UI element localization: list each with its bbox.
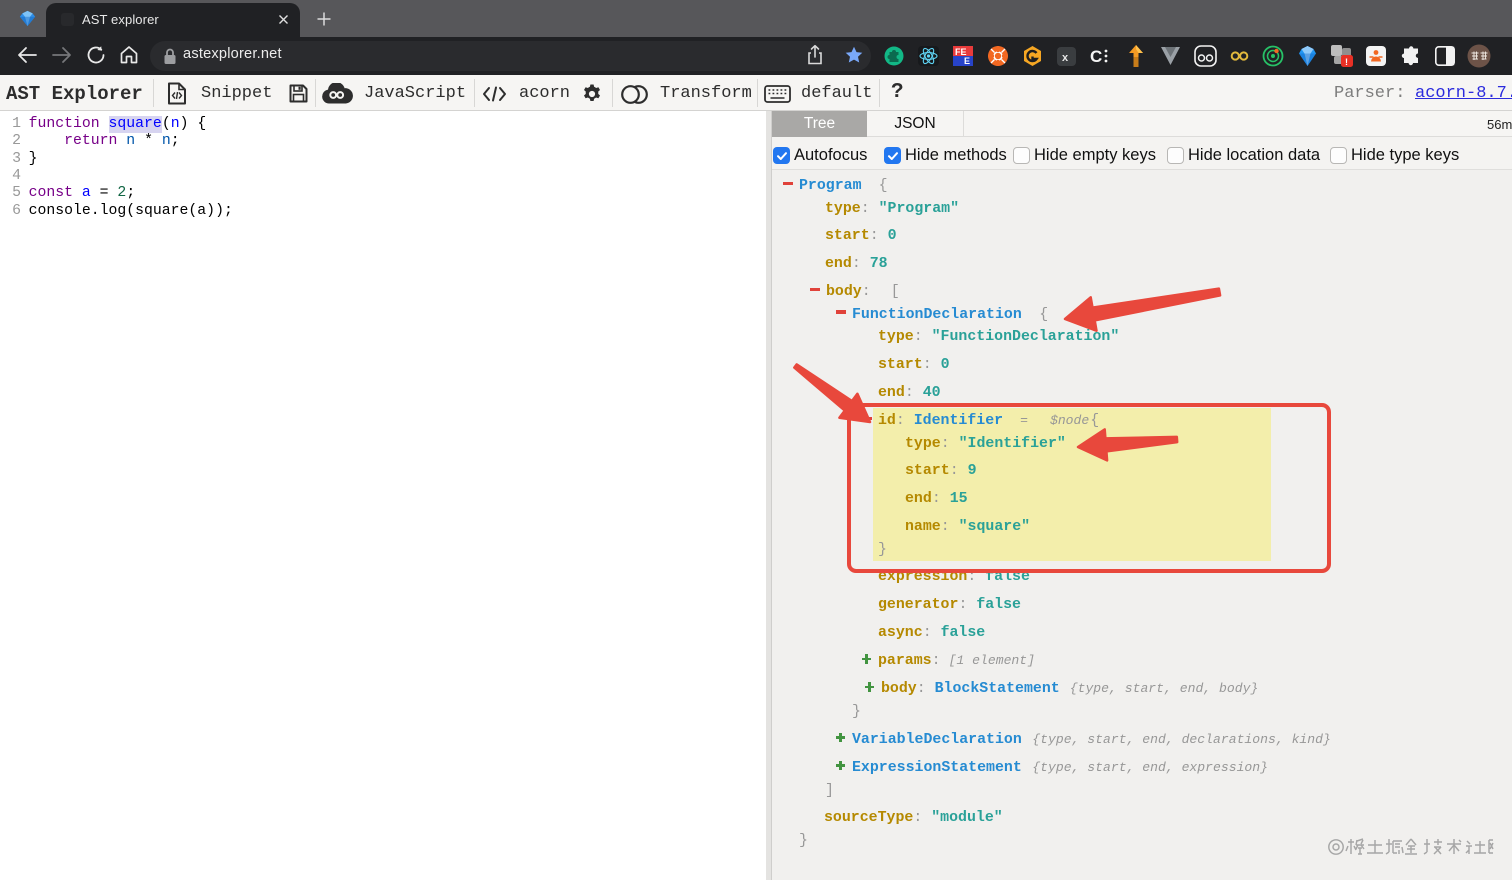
svg-text:E: E [964, 56, 970, 66]
svg-text:x: x [1062, 52, 1069, 64]
svg-text:C: C [1090, 47, 1102, 66]
svg-text:!: ! [1345, 57, 1348, 67]
